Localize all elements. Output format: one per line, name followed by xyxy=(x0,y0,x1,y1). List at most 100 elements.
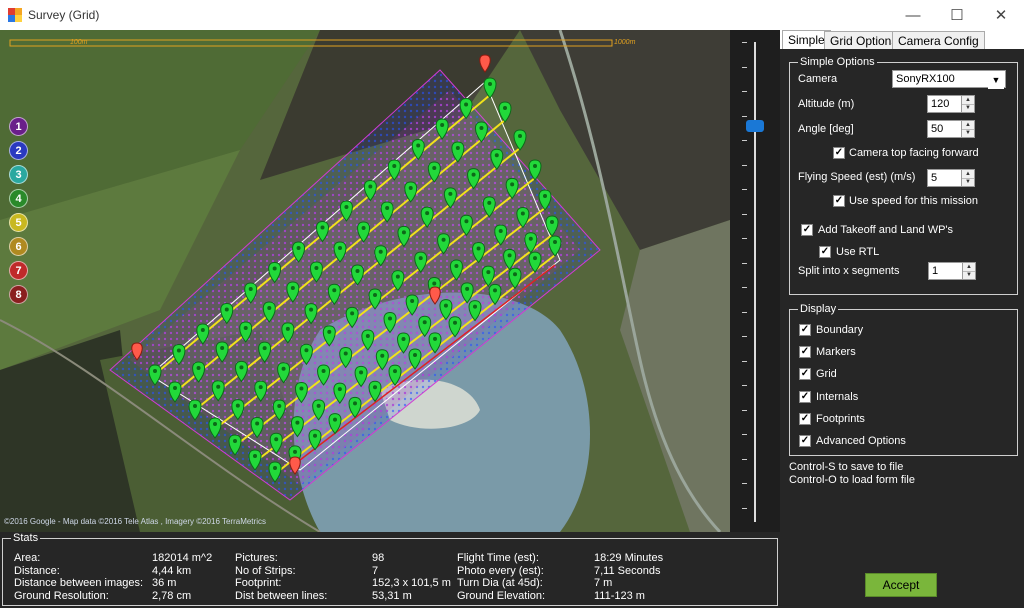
stat-value: 4,44 km xyxy=(152,564,192,577)
takeoff-checkbox[interactable]: ✓ xyxy=(801,224,813,236)
layer-badge-5[interactable]: 5 xyxy=(9,213,28,232)
display-checkbox-advanced-options[interactable]: ✓ xyxy=(799,435,811,447)
zoom-tick xyxy=(742,91,747,92)
stat-value: 7 m xyxy=(594,577,613,589)
display-label: Internals xyxy=(816,390,859,403)
stat-value: 18:29 Minutes xyxy=(594,552,664,564)
zoom-tick xyxy=(742,458,747,460)
zoom-tick xyxy=(742,336,747,337)
map-attribution: ©2016 Google - Map data ©2016 Tele Atlas… xyxy=(4,517,266,526)
stat-label: Distance: xyxy=(14,564,60,577)
layer-badge-7[interactable]: 7 xyxy=(9,261,28,280)
stat-value: 53,31 m xyxy=(372,589,412,602)
stat-label: Distance between images: xyxy=(14,577,144,589)
window-title: Survey (Grid) xyxy=(28,8,100,22)
scale-bar-label-left: 100m xyxy=(70,39,88,46)
scale-bar-label-right: 1000m xyxy=(614,39,636,46)
save-hint: Control-S to save to file xyxy=(789,461,904,473)
stat-label: Dist between lines: xyxy=(235,589,328,602)
simple-options-legend: Simple Options xyxy=(798,56,877,68)
stat-label: Footprint: xyxy=(235,577,282,589)
zoom-tick xyxy=(742,262,747,264)
stat-value: 7 xyxy=(372,564,379,577)
display-checkbox-boundary[interactable]: ✓ xyxy=(799,324,811,336)
angle-stepper[interactable]: ▲ ▼ xyxy=(961,120,975,138)
angle-input[interactable]: 50 xyxy=(927,120,963,138)
tab-camera-config[interactable]: Camera Config xyxy=(892,31,985,49)
stat-value: 152,3 x 101,5 m xyxy=(372,577,451,589)
stats-panel: Stats Area: 182014 m^2 Distance: 4,44 km Dis… xyxy=(0,532,780,608)
layer-badge-2[interactable]: 2 xyxy=(9,141,28,160)
stat-label: No of Strips: xyxy=(235,564,296,577)
layer-badge-8[interactable]: 8 xyxy=(9,285,28,304)
display-checkbox-internals[interactable]: ✓ xyxy=(799,390,811,403)
zoom-thumb[interactable] xyxy=(746,120,764,132)
simple-options-group: Simple Options Camera SonyRX100 ▼ Altitu… xyxy=(789,56,1018,295)
stat-value: 2,78 cm xyxy=(152,589,192,602)
altitude-stepper[interactable]: ▲ ▼ xyxy=(961,95,975,113)
maximize-button[interactable]: ☐ xyxy=(934,0,980,30)
speed-input[interactable]: 5 xyxy=(927,169,963,187)
map-view[interactable]: 100m 1000m 1 2 3 4 5 6 7 8 ©2016 Google - Map d… xyxy=(0,30,730,532)
display-checkbox-markers[interactable]: ✓ xyxy=(799,346,811,359)
altitude-input[interactable]: 120 xyxy=(927,95,963,113)
camera-top-checkbox[interactable]: ✓ xyxy=(833,147,845,159)
use-speed-label: Use speed for this mission xyxy=(849,195,978,207)
zoom-tick xyxy=(742,311,747,313)
zoom-tick xyxy=(742,115,747,117)
split-input[interactable]: 1 xyxy=(928,262,964,280)
split-stepper[interactable]: ▲ ▼ xyxy=(962,262,976,280)
stat-label: Ground Resolution: xyxy=(14,589,109,602)
chevron-down-icon[interactable]: ▼ xyxy=(988,71,1004,89)
zoom-tick xyxy=(742,238,747,239)
layer-badge-6[interactable]: 6 xyxy=(9,237,28,256)
close-button[interactable]: ✕ xyxy=(978,0,1024,30)
takeoff-label: Add Takeoff and Land WP's xyxy=(818,224,954,236)
minimize-button[interactable]: — xyxy=(890,0,936,30)
layer-badge-4[interactable]: 4 xyxy=(9,189,28,208)
rtl-checkbox[interactable]: ✓ xyxy=(819,246,831,258)
zoom-tick xyxy=(742,360,747,362)
tab-bar: Simple Grid Options Camera Config xyxy=(780,30,1024,49)
angle-label: Angle [deg] xyxy=(798,123,854,135)
zoom-tick xyxy=(742,189,747,190)
accept-button[interactable]: Accept xyxy=(865,573,937,597)
display-group: Display ✓ Boundary ✓ Markers ✓ Grid ✓ Internals… xyxy=(789,303,1018,456)
use-speed-checkbox[interactable]: ✓ xyxy=(833,195,845,207)
speed-label: Flying Speed (est) (m/s) xyxy=(798,171,916,183)
stat-value: 98 xyxy=(372,552,385,564)
zoom-tick xyxy=(742,42,747,43)
zoom-tick xyxy=(742,213,747,215)
title-bar: Survey (Grid) — ☐ ✕ xyxy=(0,0,1024,30)
stat-value: 111-123 m xyxy=(594,589,645,602)
zoom-slider[interactable] xyxy=(730,30,780,532)
zoom-tick xyxy=(742,483,747,484)
stat-value: 36 m xyxy=(152,577,177,589)
stat-label: Ground Elevation: xyxy=(457,589,546,602)
zoom-tick xyxy=(742,164,747,166)
stat-label: Photo every (est): xyxy=(457,564,544,577)
stat-value: 7,11 Seconds xyxy=(594,564,661,577)
zoom-tick xyxy=(742,140,747,141)
display-checkbox-grid[interactable]: ✓ xyxy=(799,368,811,381)
camera-label: Camera xyxy=(798,73,838,85)
stat-label: Flight Time (est): xyxy=(457,552,539,564)
zoom-tick xyxy=(742,507,747,509)
zoom-tick xyxy=(742,409,747,411)
display-label: Boundary xyxy=(816,324,864,336)
display-label: Advanced Options xyxy=(816,435,906,447)
satellite-imagery xyxy=(0,30,730,532)
zoom-track[interactable] xyxy=(754,42,756,522)
rtl-label: Use RTL xyxy=(836,246,880,258)
display-legend: Display xyxy=(798,303,839,315)
speed-stepper[interactable]: ▲ ▼ xyxy=(961,169,975,187)
layer-badge-1[interactable]: 1 xyxy=(9,117,28,136)
stat-label: Area: xyxy=(14,552,41,564)
stat-value: 182014 m^2 xyxy=(152,552,213,564)
layer-badge-3[interactable]: 3 xyxy=(9,165,28,184)
display-label: Markers xyxy=(816,346,856,359)
display-checkbox-footprints[interactable]: ✓ xyxy=(799,412,811,425)
zoom-tick xyxy=(742,434,747,435)
camera-top-label: Camera top facing forward xyxy=(849,147,979,159)
display-label: Grid xyxy=(816,368,837,381)
